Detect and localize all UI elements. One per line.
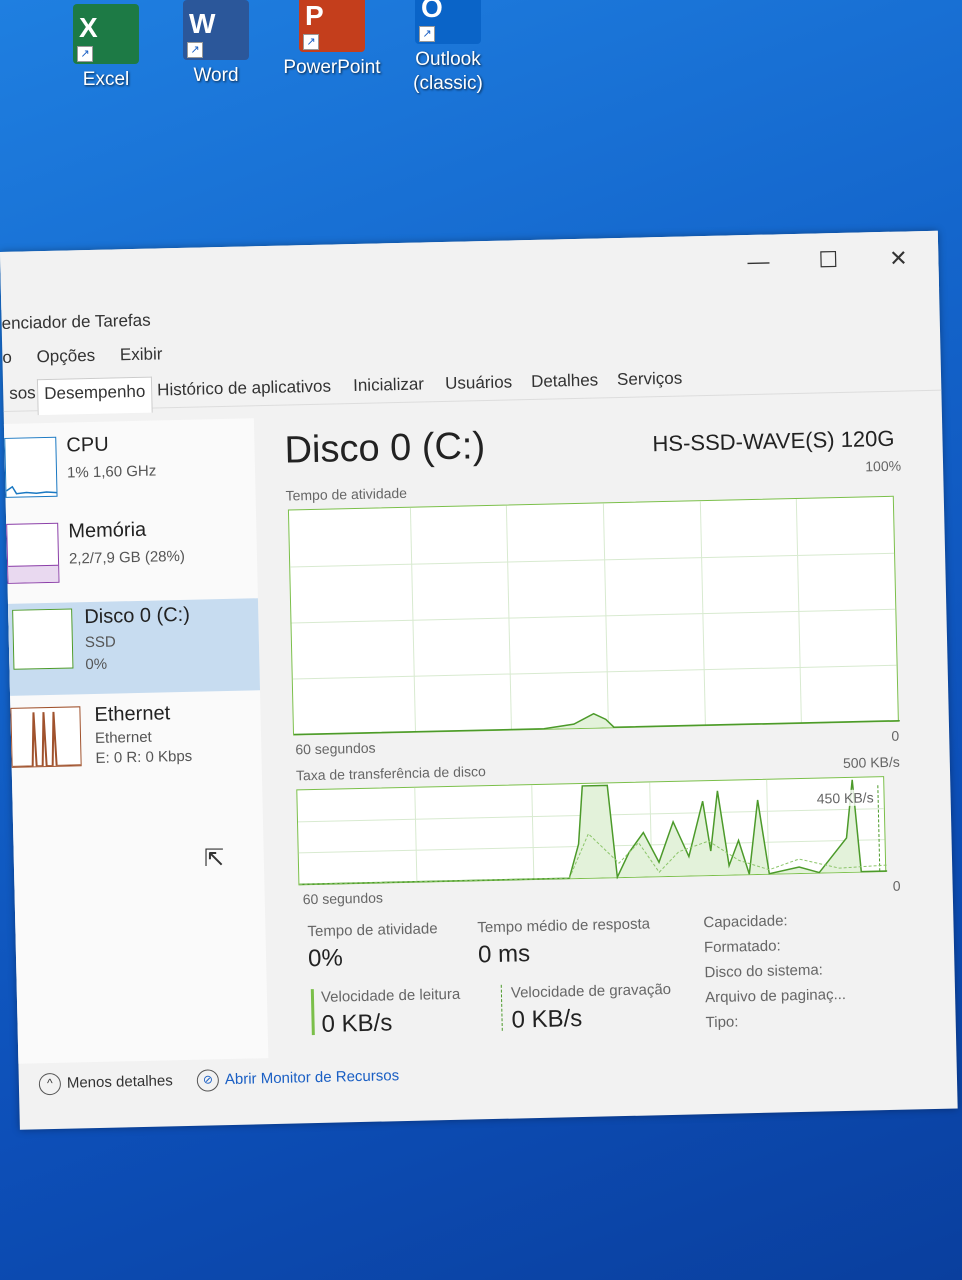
- mouse-cursor-icon: ⇱: [204, 845, 225, 872]
- ethernet-thumbnail: [10, 706, 82, 768]
- sidebar-item-label: Memória: [68, 518, 147, 543]
- transfer-graph-min: 0: [892, 877, 901, 894]
- read-speed-value: 0 KB/s: [321, 1009, 393, 1038]
- read-speed-label: Velocidade de leitura: [320, 985, 461, 1006]
- close-button[interactable]: ✕: [878, 245, 919, 276]
- sidebar-item-label: Ethernet: [94, 702, 171, 726]
- footer: ^ Menos detalhes ⊘ Abrir Monitor de Recurs…: [38, 1065, 400, 1096]
- menu-view[interactable]: Exibir: [120, 344, 163, 364]
- window-title: enciador de Tarefas: [1, 310, 151, 333]
- tab-app-history[interactable]: Histórico de aplicativos: [151, 372, 337, 404]
- response-time-label: Tempo médio de resposta: [477, 915, 651, 937]
- sidebar-item-throughput: E: 0 R: 0 Kbps: [95, 747, 193, 767]
- page-title: Disco 0 (C:): [284, 425, 486, 472]
- activity-graph-time: 60 segundos: [295, 739, 376, 758]
- write-speed-value: 0 KB/s: [511, 1004, 583, 1034]
- activity-graph-max: 100%: [865, 457, 902, 475]
- resource-monitor-icon: ⊘: [196, 1069, 220, 1092]
- fewer-details-button[interactable]: ^ Menos detalhes: [38, 1072, 177, 1096]
- sidebar-item-ethernet[interactable]: Ethernet Ethernet E: 0 R: 0 Kbps: [10, 696, 262, 788]
- sidebar-item-detail: 1% 1,60 GHz: [66, 462, 157, 482]
- activity-graph-min: 0: [891, 727, 900, 744]
- desktop-icon-label: Outlook (classic): [413, 49, 483, 94]
- tab-services[interactable]: Serviços: [611, 364, 689, 394]
- desktop-icon-excel[interactable]: X ↗ Excel: [56, 4, 156, 92]
- desktop-icon-outlook[interactable]: O ↗ Outlook (classic): [398, 0, 498, 96]
- cpu-thumbnail: [4, 436, 58, 498]
- transfer-graph-time: 60 segundos: [302, 889, 384, 908]
- menu-file[interactable]: o: [2, 348, 12, 367]
- disk-properties: Capacidade: Formatado: Disco do sistema:…: [703, 907, 847, 1035]
- tab-performance[interactable]: Desempenho: [36, 376, 153, 416]
- activity-time-label: Tempo de atividade: [307, 920, 438, 941]
- activity-graph: [287, 495, 900, 736]
- resource-sidebar: CPU 1% 1,60 GHz Memória 2,2/7,9 GB (28%)…: [3, 418, 269, 1064]
- excel-icon: X ↗: [73, 4, 139, 64]
- response-time-value: 0 ms: [477, 940, 531, 969]
- sidebar-item-usage: 0%: [85, 655, 108, 674]
- sidebar-item-detail: 2,2/7,9 GB (28%): [68, 547, 186, 568]
- disk-thumbnail: [12, 608, 74, 670]
- tab-users[interactable]: Usuários: [439, 368, 519, 398]
- tab-startup[interactable]: Inicializar: [347, 370, 430, 400]
- sidebar-item-detail: SSD: [84, 633, 116, 652]
- sidebar-item-memory[interactable]: Memória 2,2/7,9 GB (28%): [6, 512, 258, 604]
- open-resource-monitor-link[interactable]: ⊘ Abrir Monitor de Recursos: [196, 1067, 399, 1092]
- minimize-button[interactable]: —: [738, 248, 779, 279]
- disk-model: HS-SSD-WAVE(S) 120G: [652, 425, 895, 457]
- property-formatted: Formatado:: [703, 937, 781, 957]
- property-page-file: Arquivo de paginaç...: [704, 985, 847, 1007]
- write-speed-label: Velocidade de gravação: [510, 980, 672, 1002]
- transfer-graph: 450 KB/s: [296, 776, 888, 886]
- word-icon: W ↗: [183, 0, 249, 60]
- disk-detail-panel: Disco 0 (C:) HS-SSD-WAVE(S) 120G Tempo d…: [274, 403, 928, 1057]
- activity-time-value: 0%: [307, 944, 344, 973]
- property-capacity: Capacidade:: [703, 912, 788, 932]
- transfer-graph-inner-label: 450 KB/s: [816, 789, 874, 807]
- read-speed-indicator: [310, 989, 315, 1036]
- desktop-icon-label: Excel: [82, 69, 130, 90]
- sidebar-item-disk[interactable]: Disco 0 (C:) SSD 0%: [7, 598, 261, 696]
- menu-options[interactable]: Opções: [36, 346, 95, 366]
- activity-graph-label: Tempo de atividade: [285, 484, 408, 504]
- desktop-icon-label: PowerPoint: [283, 57, 381, 78]
- sidebar-item-detail: Ethernet: [94, 728, 152, 747]
- transfer-graph-label: Taxa de transferência de disco: [295, 763, 486, 784]
- desktop-icon-powerpoint[interactable]: P ↗ PowerPoint: [282, 0, 382, 80]
- outlook-icon: O ↗: [415, 0, 481, 44]
- title-bar: [0, 230, 940, 310]
- sidebar-item-label: Disco 0 (C:): [84, 603, 191, 629]
- powerpoint-icon: P ↗: [299, 0, 365, 52]
- sidebar-item-cpu[interactable]: CPU 1% 1,60 GHz: [4, 426, 256, 518]
- write-speed-indicator: [500, 984, 505, 1031]
- desktop-icon-label: Word: [193, 65, 239, 86]
- chevron-up-icon: ^: [38, 1072, 62, 1096]
- maximize-button[interactable]: ☐: [808, 247, 849, 278]
- task-manager-window: enciador de Tarefas — ☐ ✕ o Opções Exibi…: [0, 230, 958, 1130]
- desktop-icon-word[interactable]: W ↗ Word: [166, 0, 266, 88]
- tab-details[interactable]: Detalhes: [525, 366, 605, 396]
- memory-thumbnail: [6, 522, 60, 584]
- sidebar-item-label: CPU: [66, 433, 109, 457]
- menu-bar: o Opções Exibir: [2, 344, 182, 368]
- property-type: Tipo:: [705, 1013, 739, 1032]
- transfer-graph-max: 500 KB/s: [842, 753, 900, 772]
- property-system-disk: Disco do sistema:: [704, 961, 824, 982]
